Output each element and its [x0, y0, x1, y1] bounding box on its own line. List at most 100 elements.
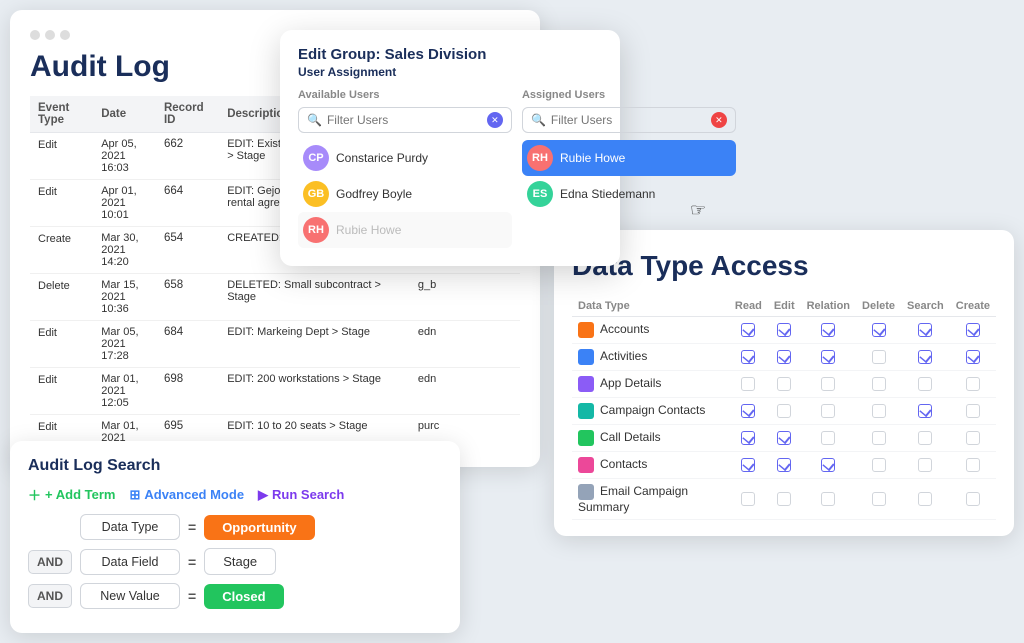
search-checkbox[interactable] [918, 323, 932, 337]
dt-relation-cell[interactable] [801, 398, 856, 425]
delete-checkbox[interactable] [872, 404, 886, 418]
create-checkbox[interactable] [966, 404, 980, 418]
read-checkbox[interactable] [741, 323, 755, 337]
dt-create-cell[interactable] [950, 317, 996, 344]
dt-relation-cell[interactable] [801, 479, 856, 520]
dt-read-cell[interactable] [729, 425, 768, 452]
dt-read-cell[interactable] [729, 398, 768, 425]
read-checkbox[interactable] [741, 458, 755, 472]
dt-edit-cell[interactable] [768, 479, 801, 520]
dt-read-cell[interactable] [729, 344, 768, 371]
read-checkbox[interactable] [741, 350, 755, 364]
dt-relation-cell[interactable] [801, 317, 856, 344]
delete-checkbox[interactable] [872, 323, 886, 337]
edit-checkbox[interactable] [777, 492, 791, 506]
dt-create-cell[interactable] [950, 344, 996, 371]
dt-delete-cell[interactable] [856, 452, 901, 479]
dt-edit-cell[interactable] [768, 371, 801, 398]
dt-read-cell[interactable] [729, 452, 768, 479]
advanced-mode-button[interactable]: ⊞ Advanced Mode [129, 487, 244, 503]
dt-create-cell[interactable] [950, 371, 996, 398]
dt-delete-cell[interactable] [856, 344, 901, 371]
edit-checkbox[interactable] [777, 404, 791, 418]
dt-search-cell[interactable] [901, 425, 950, 452]
read-checkbox[interactable] [741, 404, 755, 418]
dt-edit-cell[interactable] [768, 425, 801, 452]
read-checkbox[interactable] [741, 431, 755, 445]
delete-checkbox[interactable] [872, 431, 886, 445]
dt-edit-cell[interactable] [768, 344, 801, 371]
search-checkbox[interactable] [918, 377, 932, 391]
list-item[interactable]: RH Rubie Howe [522, 140, 736, 176]
edit-checkbox[interactable] [777, 350, 791, 364]
dt-search-cell[interactable] [901, 479, 950, 520]
search-checkbox[interactable] [918, 350, 932, 364]
dt-create-cell[interactable] [950, 452, 996, 479]
delete-checkbox[interactable] [872, 492, 886, 506]
dt-relation-cell[interactable] [801, 425, 856, 452]
dt-search-cell[interactable] [901, 371, 950, 398]
relation-checkbox[interactable] [821, 323, 835, 337]
relation-checkbox[interactable] [821, 404, 835, 418]
dt-read-cell[interactable] [729, 317, 768, 344]
field-box[interactable]: Data Type [80, 514, 180, 540]
dt-edit-cell[interactable] [768, 398, 801, 425]
list-item[interactable]: GB Godfrey Boyle [298, 176, 512, 212]
value-box[interactable]: Stage [204, 548, 276, 575]
dt-delete-cell[interactable] [856, 398, 901, 425]
relation-checkbox[interactable] [821, 431, 835, 445]
relation-checkbox[interactable] [821, 492, 835, 506]
dt-read-cell[interactable] [729, 371, 768, 398]
search-checkbox[interactable] [918, 458, 932, 472]
dt-create-cell[interactable] [950, 398, 996, 425]
delete-checkbox[interactable] [872, 350, 886, 364]
dt-delete-cell[interactable] [856, 479, 901, 520]
list-item[interactable]: RH Rubie Howe [298, 212, 512, 248]
available-filter-input[interactable] [327, 113, 482, 127]
create-checkbox[interactable] [966, 431, 980, 445]
dt-create-cell[interactable] [950, 479, 996, 520]
edit-checkbox[interactable] [777, 458, 791, 472]
delete-checkbox[interactable] [872, 377, 886, 391]
dt-delete-cell[interactable] [856, 317, 901, 344]
assigned-filter-bar[interactable]: 🔍 ✕ [522, 107, 736, 133]
edit-checkbox[interactable] [777, 377, 791, 391]
create-checkbox[interactable] [966, 350, 980, 364]
dt-create-cell[interactable] [950, 425, 996, 452]
assigned-filter-clear[interactable]: ✕ [711, 112, 727, 128]
read-checkbox[interactable] [741, 492, 755, 506]
value-box[interactable]: Opportunity [204, 515, 314, 540]
relation-checkbox[interactable] [821, 377, 835, 391]
value-box[interactable]: Closed [204, 584, 283, 609]
edit-checkbox[interactable] [777, 323, 791, 337]
assigned-filter-input[interactable] [551, 113, 706, 127]
create-checkbox[interactable] [966, 323, 980, 337]
dt-relation-cell[interactable] [801, 452, 856, 479]
dt-edit-cell[interactable] [768, 452, 801, 479]
edit-checkbox[interactable] [777, 431, 791, 445]
create-checkbox[interactable] [966, 458, 980, 472]
available-filter-bar[interactable]: 🔍 ✕ [298, 107, 512, 133]
read-checkbox[interactable] [741, 377, 755, 391]
relation-checkbox[interactable] [821, 350, 835, 364]
search-checkbox[interactable] [918, 404, 932, 418]
dt-delete-cell[interactable] [856, 425, 901, 452]
dt-search-cell[interactable] [901, 398, 950, 425]
dt-delete-cell[interactable] [856, 371, 901, 398]
run-search-button[interactable]: ▶ Run Search [258, 487, 344, 503]
available-filter-clear[interactable]: ✕ [487, 112, 503, 128]
create-checkbox[interactable] [966, 492, 980, 506]
list-item[interactable]: CP Constarice Purdy [298, 140, 512, 176]
relation-checkbox[interactable] [821, 458, 835, 472]
dt-relation-cell[interactable] [801, 371, 856, 398]
search-checkbox[interactable] [918, 431, 932, 445]
create-checkbox[interactable] [966, 377, 980, 391]
dt-search-cell[interactable] [901, 452, 950, 479]
delete-checkbox[interactable] [872, 458, 886, 472]
add-term-button[interactable]: ＋ + Add Term [28, 485, 115, 504]
field-box[interactable]: New Value [80, 583, 180, 609]
field-box[interactable]: Data Field [80, 549, 180, 575]
list-item[interactable]: ES Edna Stiedemann [522, 176, 736, 212]
search-checkbox[interactable] [918, 492, 932, 506]
dt-read-cell[interactable] [729, 479, 768, 520]
